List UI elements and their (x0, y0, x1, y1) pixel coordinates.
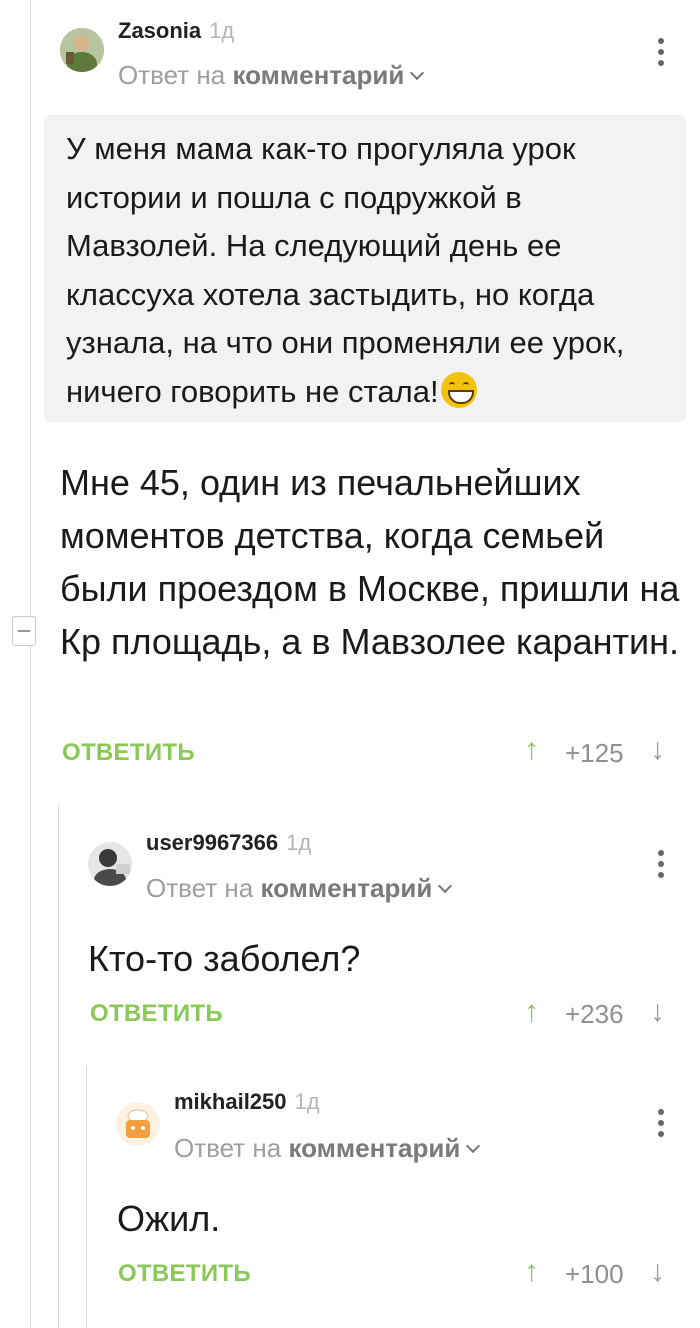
username[interactable]: Zasonia 1д (118, 18, 234, 44)
comment-rating: +236 (565, 999, 624, 1029)
arrow-up-icon[interactable]: ↑ (524, 1255, 539, 1289)
reply-button[interactable]: ОТВЕТИТЬ (90, 1000, 223, 1028)
thread-line-level-1 (30, 0, 31, 1328)
more-vertical-icon[interactable] (658, 1109, 664, 1142)
thread-line-level-3 (86, 1066, 87, 1328)
chevron-down-icon[interactable] (466, 1138, 481, 1154)
username[interactable]: mikhail250 1д (174, 1089, 320, 1115)
username[interactable]: user9967366 1д (146, 830, 311, 856)
arrow-up-icon[interactable]: ↑ (524, 995, 539, 1029)
arrow-down-icon[interactable]: ↓ (650, 995, 665, 1029)
arrow-down-icon[interactable]: ↓ (650, 733, 665, 767)
comment-time: 1д (209, 18, 235, 43)
more-vertical-icon[interactable] (658, 850, 664, 883)
thread-line-level-2 (58, 805, 59, 1328)
arrow-up-icon[interactable]: ↑ (524, 733, 539, 767)
chevron-down-icon[interactable] (438, 878, 453, 894)
avatar-image (116, 1102, 160, 1146)
reply-to-link[interactable]: Ответ на комментарий (118, 60, 425, 91)
comment-text: Ожил. (117, 1198, 221, 1239)
arrow-down-icon[interactable]: ↓ (650, 1255, 665, 1289)
more-vertical-icon[interactable] (658, 38, 664, 71)
avatar-image (88, 842, 132, 886)
quoted-comment: У меня мама как-то прогуляла урок истори… (44, 115, 686, 422)
avatar[interactable] (88, 842, 132, 886)
reply-button[interactable]: ОТВЕТИТЬ (62, 739, 195, 767)
reply-to-link[interactable]: Ответ на комментарий (174, 1133, 481, 1164)
grinning-face-emoji-icon (440, 371, 477, 408)
comment-text: Кто-то заболел? (88, 938, 361, 979)
comment-text: Мне 45, один из печальнейших моментов де… (60, 462, 680, 662)
collapse-thread-button[interactable] (12, 616, 36, 646)
reply-to-link[interactable]: Ответ на комментарий (146, 873, 453, 904)
avatar-image (60, 28, 104, 72)
avatar[interactable] (60, 28, 104, 72)
reply-button[interactable]: ОТВЕТИТЬ (118, 1260, 251, 1288)
avatar[interactable] (116, 1102, 160, 1146)
comment-time: 1д (294, 1089, 320, 1114)
chevron-down-icon[interactable] (410, 65, 425, 81)
comment-rating: +100 (565, 1259, 624, 1289)
comment-rating: +125 (565, 738, 624, 768)
quote-text: У меня мама как-то прогуляла урок истори… (66, 131, 625, 409)
comment-time: 1д (286, 830, 312, 855)
